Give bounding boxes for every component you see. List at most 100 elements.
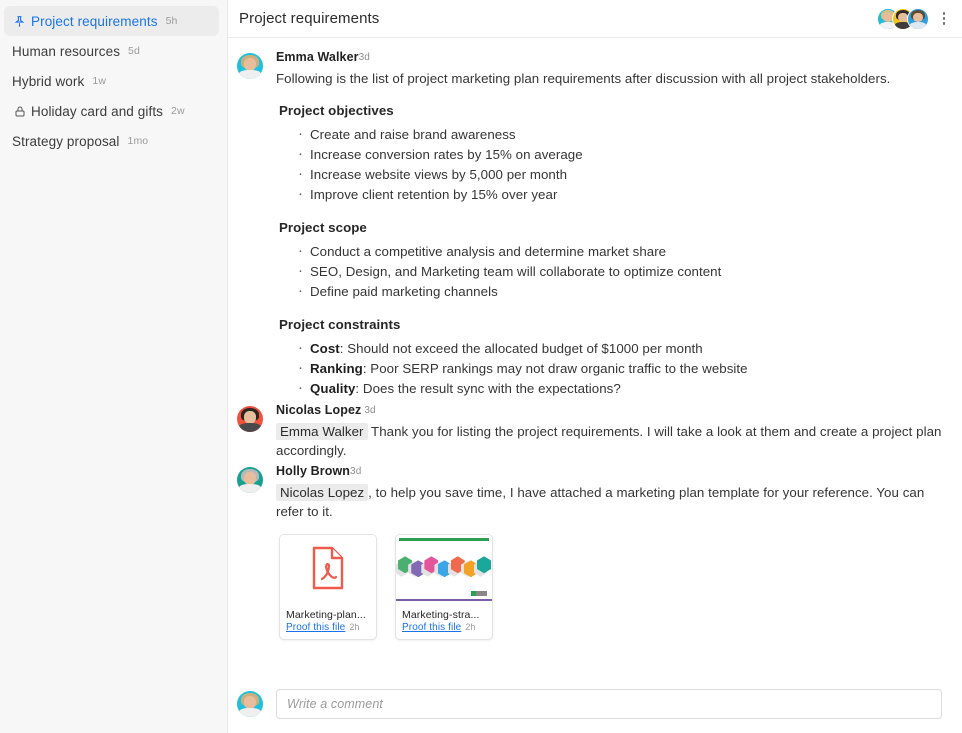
message-list: Emma Walker3d Following is the list of pr… bbox=[237, 50, 942, 640]
section-list: Create and raise brand awareness Increase… bbox=[298, 124, 942, 205]
message-author: Nicolas Lopez bbox=[276, 403, 362, 417]
sidebar-item-time: 5d bbox=[128, 45, 140, 57]
section-title: Project constraints bbox=[279, 317, 401, 332]
avatar bbox=[237, 464, 263, 640]
sidebar-item-label: Human resources bbox=[12, 43, 121, 59]
list-item-text: : Should not exceed the allocated budget… bbox=[339, 341, 703, 356]
list-item: Ranking: Poor SERP rankings may not draw… bbox=[298, 358, 942, 379]
proof-file-link[interactable]: Proof this file bbox=[402, 622, 461, 633]
message-content: Holly Brown3d Nicolas Lopez, to help you … bbox=[276, 464, 942, 640]
list-item: Increase website views by 5,000 per mont… bbox=[298, 164, 942, 185]
avatar bbox=[237, 53, 263, 79]
avatar bbox=[237, 403, 263, 460]
sidebar-item-label: Hybrid work bbox=[12, 73, 85, 89]
list-item: Increase conversion rates by 15% on aver… bbox=[298, 144, 942, 165]
user-mention[interactable]: Nicolas Lopez bbox=[276, 484, 369, 501]
list-item-text: SEO, Design, and Marketing team will col… bbox=[310, 264, 722, 279]
message-body: Emma Walker Thank you for listing the pr… bbox=[276, 422, 942, 460]
sidebar-item-label: Strategy proposal bbox=[12, 133, 120, 149]
list-item-label: Ranking bbox=[310, 361, 363, 376]
message-text: , to help you save time, I have attached… bbox=[276, 485, 925, 519]
comment-composer: Write a comment bbox=[228, 680, 962, 733]
message-content: Emma Walker3d Following is the list of pr… bbox=[276, 50, 942, 399]
message-header: Holly Brown3d bbox=[276, 464, 942, 478]
message-author: Emma Walker bbox=[276, 50, 359, 64]
list-item-text: Conduct a competitive analysis and deter… bbox=[310, 244, 667, 259]
list-item-text: Define paid marketing channels bbox=[310, 284, 498, 299]
avatar bbox=[237, 691, 263, 717]
attachment-card[interactable]: Marketing-plan... Proof this file 2h bbox=[279, 534, 377, 640]
sidebar-item-holiday-card-and-gifts[interactable]: Holiday card and gifts 2w bbox=[4, 96, 219, 126]
list-item: Conduct a competitive analysis and deter… bbox=[298, 241, 942, 262]
attachment-filename: Marketing-plan... bbox=[286, 609, 366, 621]
user-mention[interactable]: Emma Walker bbox=[276, 423, 368, 440]
pin-icon bbox=[12, 14, 27, 29]
list-item-text: : Does the result sync with the expectat… bbox=[355, 381, 621, 396]
sidebar-item-time: 5h bbox=[165, 15, 178, 27]
list-item: Create and raise brand awareness bbox=[298, 124, 942, 145]
avatar bbox=[237, 406, 263, 432]
sidebar-item-human-resources[interactable]: Human resources 5d bbox=[4, 36, 219, 66]
message-timestamp: 3d bbox=[350, 466, 362, 477]
list-item: Define paid marketing channels bbox=[298, 281, 942, 302]
comment-input[interactable]: Write a comment bbox=[276, 689, 942, 719]
message-content: Nicolas Lopez 3d Emma Walker Thank you for… bbox=[276, 403, 942, 460]
avatar bbox=[237, 691, 263, 717]
message-header: Emma Walker3d bbox=[276, 50, 942, 64]
avatar bbox=[907, 7, 929, 30]
conversation-list: Project requirements 5h Human resources 5d H… bbox=[0, 6, 227, 156]
comment-placeholder: Write a comment bbox=[287, 697, 383, 711]
thread-header: Project requirements bbox=[228, 0, 962, 38]
message-author: Holly Brown bbox=[276, 464, 351, 478]
main-panel: Project requirements Emma Walker3d Follow… bbox=[228, 0, 962, 733]
message-intro: Following is the list of project marketi… bbox=[276, 71, 891, 86]
sidebar-item-strategy-proposal[interactable]: Strategy proposal 1mo bbox=[4, 126, 219, 156]
sidebar-item-time: 1mo bbox=[127, 135, 149, 147]
section-list: Conduct a competitive analysis and deter… bbox=[298, 241, 942, 302]
attachment-filename: Marketing-stra... bbox=[402, 609, 480, 621]
avatar bbox=[237, 50, 263, 399]
attachment-thumbnail bbox=[396, 535, 492, 605]
attachment-card[interactable]: Marketing-stra... Proof this file 2h bbox=[395, 534, 493, 640]
sidebar-item-project-requirements[interactable]: Project requirements 5h bbox=[4, 6, 219, 36]
section-title: Project scope bbox=[279, 220, 367, 235]
attachment-time: 2h bbox=[465, 622, 476, 632]
presentation-thumbnail bbox=[396, 535, 492, 605]
section-list: Cost: Should not exceed the allocated bu… bbox=[298, 338, 942, 399]
sidebar-item-hybrid-work[interactable]: Hybrid work 1w bbox=[4, 66, 219, 96]
list-item-text: Improve client retention by 15% over yea… bbox=[310, 187, 558, 202]
sidebar-item-label: Project requirements bbox=[31, 13, 158, 29]
lock-icon bbox=[12, 104, 27, 119]
list-item: SEO, Design, and Marketing team will col… bbox=[298, 261, 942, 282]
app-root: Project requirements 5h Human resources 5d H… bbox=[0, 0, 962, 733]
message-body: Nicolas Lopez, to help you save time, I … bbox=[276, 483, 942, 521]
attachment-meta: Marketing-stra... Proof this file 2h bbox=[396, 605, 492, 639]
sidebar-item-time: 1w bbox=[92, 75, 106, 87]
message-timestamp: 3d bbox=[358, 52, 370, 63]
message-header: Nicolas Lopez 3d bbox=[276, 403, 942, 417]
message: Holly Brown3d Nicolas Lopez, to help you … bbox=[237, 464, 942, 640]
section-title: Project objectives bbox=[279, 103, 394, 118]
page-title: Project requirements bbox=[239, 10, 380, 27]
list-item-text: : Poor SERP rankings may not draw organi… bbox=[362, 361, 748, 376]
list-item-text: Create and raise brand awareness bbox=[310, 127, 516, 142]
message: Emma Walker3d Following is the list of pr… bbox=[237, 50, 942, 399]
message-timestamp: 3d bbox=[364, 405, 376, 416]
list-item: Improve client retention by 15% over yea… bbox=[298, 184, 942, 205]
attachment-list: Marketing-plan... Proof this file 2h Market… bbox=[279, 534, 942, 640]
proof-file-link[interactable]: Proof this file bbox=[286, 622, 345, 633]
avatar bbox=[237, 467, 263, 493]
message: Nicolas Lopez 3d Emma Walker Thank you for… bbox=[237, 403, 942, 460]
more-vertical-icon[interactable] bbox=[936, 8, 952, 30]
participant-avatars[interactable] bbox=[877, 7, 929, 30]
message-text: Thank you for listing the project requir… bbox=[276, 424, 942, 458]
attachment-meta: Marketing-plan... Proof this file 2h bbox=[280, 605, 376, 639]
attachment-thumbnail bbox=[280, 535, 376, 605]
list-item: Cost: Should not exceed the allocated bu… bbox=[298, 338, 942, 359]
list-item-label: Quality bbox=[310, 381, 356, 396]
list-item-text: Increase conversion rates by 15% on aver… bbox=[310, 147, 583, 162]
list-item-text: Increase website views by 5,000 per mont… bbox=[310, 167, 568, 182]
header-actions bbox=[877, 7, 952, 30]
list-item-label: Cost bbox=[310, 341, 340, 356]
sidebar-item-time: 2w bbox=[171, 105, 185, 117]
